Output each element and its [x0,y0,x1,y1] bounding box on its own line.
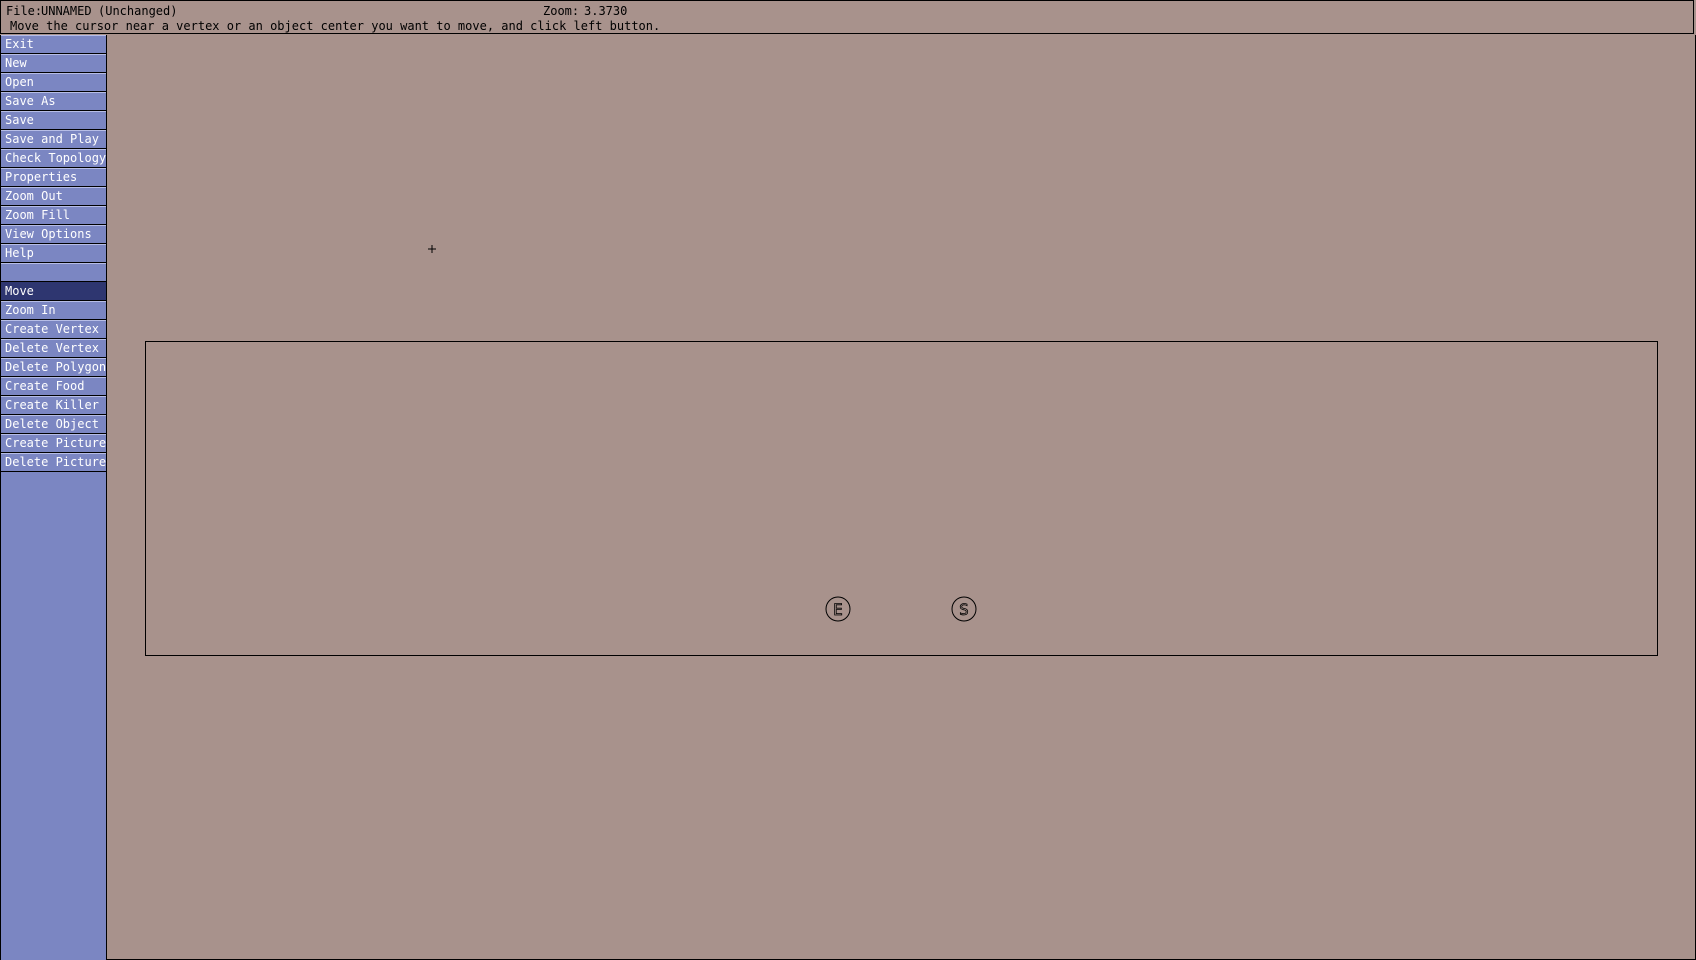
help-button[interactable]: Help [1,244,106,263]
zoom-fill-button[interactable]: Zoom Fill [1,206,106,225]
save-and-play-button[interactable]: Save and Play [1,130,106,149]
tool-zoom-in[interactable]: Zoom In [1,301,106,320]
start-letter: S [959,600,969,619]
zoom-label: Zoom: [543,4,580,18]
exit-letter: E [833,600,843,619]
open-button[interactable]: Open [1,73,106,92]
check-topology-button[interactable]: Check Topology [1,149,106,168]
zoom-out-button[interactable]: Zoom Out [1,187,106,206]
status-message: Move the cursor near a vertex or an obje… [10,19,661,33]
tool-move[interactable]: Move [1,282,106,301]
tool-create-picture[interactable]: Create Picture [1,434,106,453]
tool-delete-object[interactable]: Delete Object [1,415,106,434]
level-drawing[interactable]: E S [107,35,1695,959]
save-as-button[interactable]: Save As [1,92,106,111]
tool-delete-vertex[interactable]: Delete Vertex [1,339,106,358]
new-button[interactable]: New [1,54,106,73]
tool-create-food[interactable]: Create Food [1,377,106,396]
file-label: File: [6,4,43,18]
start-object[interactable]: S [951,596,977,622]
file-state: (Unchanged) [98,4,178,18]
zoom-value: 3.3730 [584,4,628,18]
header-bar: File: UNNAMED (Unchanged) Zoom: 3.3730 M… [0,0,1694,34]
file-name: UNNAMED [41,4,92,18]
tool-delete-polygon[interactable]: Delete Polygon [1,358,106,377]
crosshair-cursor-icon [428,245,436,253]
editor-canvas[interactable]: E S [107,35,1696,960]
level-polygon[interactable] [145,341,1658,656]
sidebar-menu: Exit New Open Save As Save Save and Play… [0,35,107,960]
tool-delete-picture[interactable]: Delete Picture [1,453,106,472]
properties-button[interactable]: Properties [1,168,106,187]
level-editor-window: File: UNNAMED (Unchanged) Zoom: 3.3730 M… [0,0,1696,960]
menu-separator [1,263,106,282]
view-options-button[interactable]: View Options [1,225,106,244]
tool-create-vertex[interactable]: Create Vertex [1,320,106,339]
exit-object[interactable]: E [825,596,851,622]
exit-button[interactable]: Exit [1,35,106,54]
tool-create-killer[interactable]: Create Killer [1,396,106,415]
save-button[interactable]: Save [1,111,106,130]
